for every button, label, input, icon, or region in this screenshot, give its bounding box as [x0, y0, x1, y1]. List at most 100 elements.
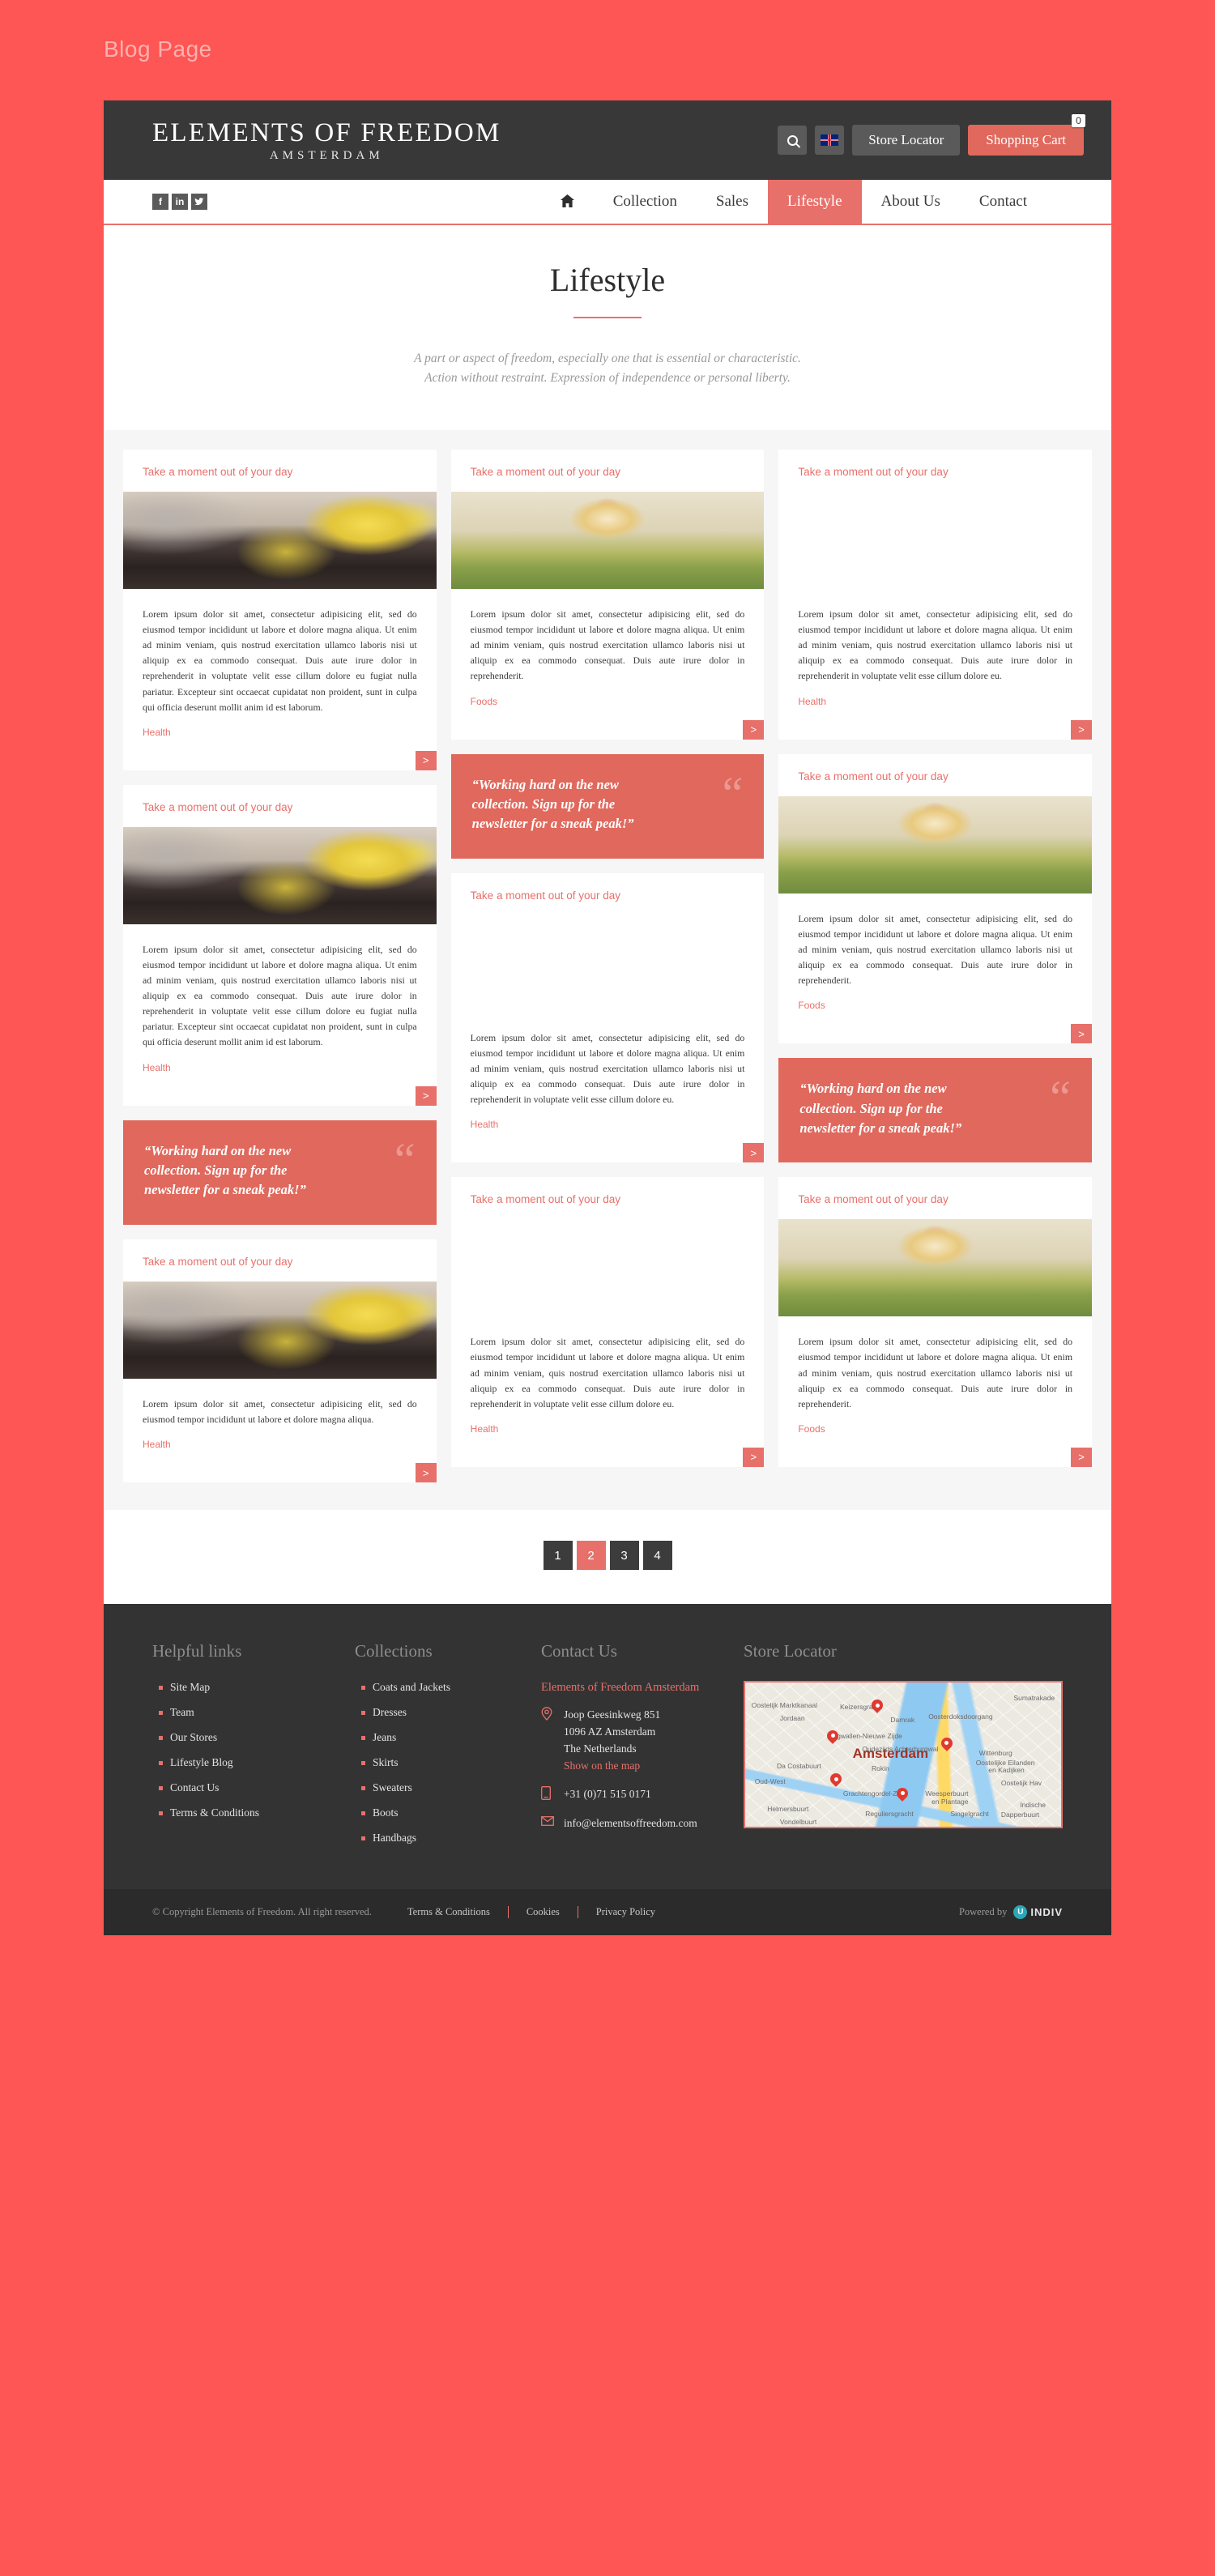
search-button[interactable] [778, 126, 808, 155]
footer-terms-link[interactable]: Terms & Conditions [407, 1906, 509, 1918]
store-locator-button[interactable]: Store Locator [852, 125, 961, 156]
card-read-more-button[interactable]: > [415, 1463, 437, 1482]
map-label: Weesperbuurt [925, 1789, 969, 1798]
blog-card[interactable]: Take a moment out of your day Lorem ipsu… [778, 753, 1093, 1044]
footer-link[interactable]: Terms & Conditions [159, 1806, 355, 1819]
pagination-page-4[interactable]: 4 [642, 1541, 672, 1570]
card-tag[interactable]: Health [143, 1427, 417, 1450]
page-description: A part or aspect of freedom, especially … [104, 349, 1111, 388]
indiv-logo[interactable]: U INDIV [1013, 1905, 1063, 1919]
card-title: Take a moment out of your day [143, 1255, 293, 1268]
header-actions: Store Locator Shopping Cart 0 [778, 114, 1085, 156]
shopping-cart-button[interactable]: Shopping Cart 0 [968, 114, 1085, 156]
card-tag[interactable]: Foods [471, 685, 745, 707]
twitter-icon[interactable] [191, 194, 207, 210]
card-title: Take a moment out of your day [470, 889, 621, 902]
linkedin-icon[interactable]: in [172, 194, 188, 210]
card-image-balloon [778, 795, 1093, 893]
blog-card[interactable]: Take a moment out of your day Lorem ipsu… [123, 784, 437, 1106]
card-tag[interactable]: Foods [798, 988, 1072, 1011]
footer-link[interactable]: Lifestyle Blog [159, 1756, 355, 1769]
pagination: 1 2 3 4 [104, 1510, 1111, 1604]
map-label: Oud-West [754, 1777, 786, 1786]
nav-items: Collection Sales Lifestyle About Us Cont… [541, 180, 1047, 224]
show-on-map-link[interactable]: Show on the map [564, 1758, 660, 1775]
contact-phone[interactable]: +31 (0)71 515 0171 [564, 1786, 651, 1803]
footer-store-locator: Store Locator Amsterdam Oostelijk Marktk… [744, 1641, 1063, 1857]
contact-email[interactable]: info@elementsoffreedom.com [564, 1815, 697, 1832]
card-read-more-button[interactable]: > [743, 719, 765, 740]
card-image-tea [123, 1281, 437, 1379]
nav-item-home[interactable] [541, 180, 594, 224]
contact-company-name: Elements of Freedom Amsterdam [541, 1681, 700, 1694]
title-underline [573, 317, 642, 318]
map-pin-icon[interactable] [872, 1700, 883, 1716]
map-pin-icon[interactable] [830, 1773, 842, 1789]
footer-link[interactable]: Coats and Jackets [361, 1681, 541, 1694]
footer-privacy-link[interactable]: Privacy Policy [596, 1906, 673, 1918]
nav-item-lifestyle[interactable]: Lifestyle [767, 180, 862, 224]
newsletter-quote-card[interactable]: “Working hard on the new collection. Sig… [450, 753, 765, 859]
card-read-more-button[interactable]: > [1071, 719, 1093, 740]
card-read-more-button[interactable]: > [1071, 1447, 1093, 1467]
card-tag[interactable]: Health [471, 1107, 745, 1130]
footer-column-title: Helpful links [152, 1641, 242, 1661]
card-read-more-button[interactable]: > [1071, 1024, 1093, 1044]
card-read-more-button[interactable]: > [743, 1447, 765, 1467]
blog-card[interactable]: Take a moment out of your day Lorem ipsu… [778, 450, 1093, 740]
nav-item-collection[interactable]: Collection [594, 180, 697, 224]
map-label: Da Costabuurt [777, 1761, 821, 1770]
footer-link[interactable]: Skirts [361, 1756, 541, 1769]
blog-card[interactable]: Take a moment out of your day Lorem ipsu… [450, 450, 765, 740]
map-pin-icon[interactable] [941, 1738, 953, 1754]
blog-card[interactable]: Take a moment out of your day Lorem ipsu… [450, 872, 765, 1163]
card-title: Take a moment out of your day [798, 1193, 949, 1206]
map-label: Jordaan [779, 1714, 805, 1723]
card-image-balloon [450, 492, 765, 590]
card-text: Lorem ipsum dolor sit amet, consectetur … [143, 608, 417, 713]
blog-card[interactable]: Take a moment out of your day Lorem ipsu… [123, 450, 437, 770]
card-read-more-button[interactable]: > [415, 1085, 437, 1106]
map-label: Oostelijk Marktkanaal [751, 1701, 818, 1710]
site-footer: Helpful links Site Map Team Our Stores L… [104, 1604, 1111, 1889]
blog-card[interactable]: Take a moment out of your day Lorem ipsu… [123, 1239, 437, 1482]
language-button[interactable] [815, 126, 845, 155]
card-tag[interactable]: Health [143, 1051, 417, 1073]
map-pin-icon[interactable] [827, 1730, 838, 1746]
card-tag[interactable]: Health [798, 685, 1072, 707]
logo[interactable]: ELEMENTS OF FREEDOM AMSTERDAM [104, 118, 501, 163]
blog-card[interactable]: Take a moment out of your day Lorem ipsu… [778, 1177, 1093, 1467]
card-title: Take a moment out of your day [470, 1193, 621, 1206]
footer-link[interactable]: Site Map [159, 1681, 355, 1694]
newsletter-quote-card[interactable]: “Working hard on the new collection. Sig… [123, 1120, 437, 1225]
card-read-more-button[interactable]: > [415, 750, 437, 770]
pagination-page-1[interactable]: 1 [543, 1541, 573, 1570]
map-pin-icon[interactable] [897, 1788, 908, 1804]
powered-by: Powered by U INDIV [959, 1905, 1063, 1919]
footer-link[interactable]: Handbags [361, 1832, 541, 1845]
store-locator-map[interactable]: Amsterdam Oostelijk Marktkanaal Jordaan Ke… [744, 1681, 1063, 1828]
map-label: Rokin [872, 1764, 889, 1773]
footer-link[interactable]: Our Stores [159, 1731, 355, 1744]
pagination-page-2[interactable]: 2 [576, 1541, 606, 1570]
nav-item-sales[interactable]: Sales [697, 180, 768, 224]
footer-link[interactable]: Boots [361, 1806, 541, 1819]
card-tag[interactable]: Foods [798, 1412, 1072, 1435]
footer-cookies-link[interactable]: Cookies [526, 1906, 578, 1918]
card-title: Take a moment out of your day [143, 466, 293, 479]
newsletter-quote-card[interactable]: “Working hard on the new collection. Sig… [778, 1058, 1093, 1163]
card-read-more-button[interactable]: > [743, 1143, 765, 1163]
footer-link[interactable]: Sweaters [361, 1781, 541, 1794]
card-tag[interactable]: Health [143, 715, 417, 738]
nav-item-about-us[interactable]: About Us [862, 180, 960, 224]
footer-link[interactable]: Dresses [361, 1706, 541, 1719]
blog-card[interactable]: Take a moment out of your day Lorem ipsu… [450, 1177, 765, 1467]
footer-link[interactable]: Contact Us [159, 1781, 355, 1794]
facebook-icon[interactable]: f [152, 194, 168, 210]
pagination-page-3[interactable]: 3 [609, 1541, 639, 1570]
nav-item-contact[interactable]: Contact [960, 180, 1047, 224]
footer-link[interactable]: Team [159, 1706, 355, 1719]
card-tag[interactable]: Health [471, 1412, 745, 1435]
footer-link[interactable]: Jeans [361, 1731, 541, 1744]
quote-text: “Working hard on the new collection. Sig… [144, 1142, 306, 1198]
